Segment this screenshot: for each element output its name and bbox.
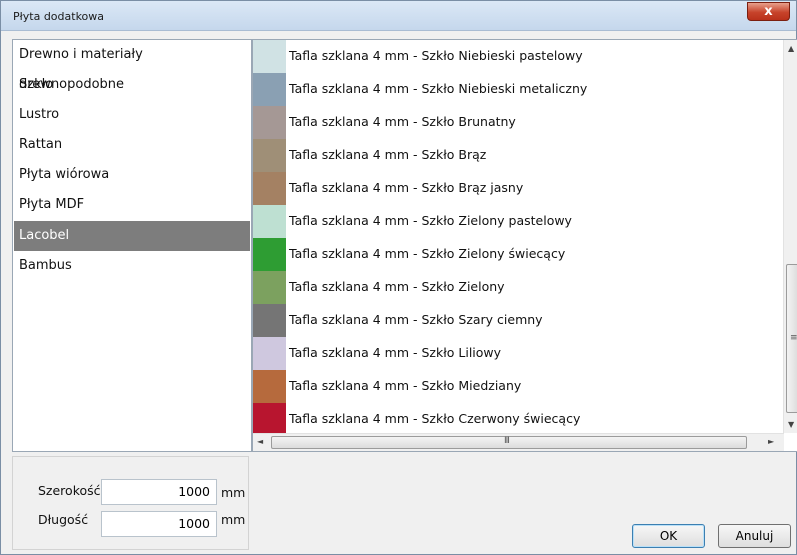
grip-icon: III	[504, 436, 510, 446]
cancel-button[interactable]: Anuluj	[718, 524, 791, 548]
length-field[interactable]: 1000	[101, 511, 217, 537]
material-label: Tafla szklana 4 mm - Szkło Czerwony świe…	[289, 411, 581, 426]
material-list: Tafla szklana 4 mm - Szkło Niebieski pas…	[252, 39, 797, 452]
category-label: Bambus	[19, 258, 72, 273]
grip-icon: ≡	[790, 333, 797, 343]
material-label: Tafla szklana 4 mm - Szkło Brąz	[289, 147, 487, 162]
width-label: Szerokość	[38, 483, 101, 498]
material-swatch	[253, 139, 286, 172]
material-label: Tafla szklana 4 mm - Szkło Liliowy	[289, 345, 502, 360]
category-label: Lustro	[19, 107, 60, 122]
category-label: Płyta wiórowa	[19, 167, 110, 182]
material-item[interactable]: Tafla szklana 4 mm - Szkło Brunatny	[253, 106, 778, 139]
material-swatch	[253, 403, 286, 436]
length-label: Długość	[38, 512, 89, 527]
category-item-wood[interactable]: Drewno i materiały drewnopodobne	[14, 40, 250, 92]
material-label: Tafla szklana 4 mm - Szkło Zielony paste…	[289, 213, 572, 228]
material-label: Tafla szklana 4 mm - Szkło Miedziany	[289, 378, 522, 393]
close-button[interactable]: x	[747, 2, 790, 21]
category-item-lacobel[interactable]: Lacobel	[14, 221, 250, 251]
material-swatch	[253, 370, 286, 403]
category-label: Lacobel	[19, 228, 70, 243]
material-swatch	[253, 106, 286, 139]
title-bar[interactable]: Płyta dodatkowa x	[1, 1, 796, 31]
material-swatch	[253, 271, 286, 304]
scroll-right-icon[interactable]: ►	[768, 437, 774, 446]
category-item-mdf[interactable]: Płyta MDF	[14, 190, 250, 220]
close-icon: x	[764, 4, 773, 19]
horizontal-scroll-thumb[interactable]: III	[271, 436, 747, 449]
material-swatch	[253, 304, 286, 337]
material-label: Tafla szklana 4 mm - Szkło Zielony świec…	[289, 246, 566, 261]
material-swatch	[253, 238, 286, 271]
material-item[interactable]: Tafla szklana 4 mm - Szkło Niebieski met…	[253, 73, 778, 106]
width-field[interactable]: 1000	[101, 479, 217, 505]
dimensions-panel: Szerokość 1000 mm Długość 1000 mm	[12, 456, 249, 550]
category-item-bamboo[interactable]: Bambus	[14, 251, 250, 281]
dialog-content: Drewno i materiały drewnopodobne Szkło L…	[9, 39, 797, 551]
window-title: Płyta dodatkowa	[13, 10, 105, 23]
material-label: Tafla szklana 4 mm - Szkło Brunatny	[289, 114, 516, 129]
material-item[interactable]: Tafla szklana 4 mm - Szkło Brąz	[253, 139, 778, 172]
material-label: Tafla szklana 4 mm - Szkło Szary ciemny	[289, 312, 543, 327]
material-swatch	[253, 73, 286, 106]
material-item[interactable]: Tafla szklana 4 mm - Szkło Miedziany	[253, 370, 778, 403]
material-label: Tafla szklana 4 mm - Szkło Niebieski pas…	[289, 48, 583, 63]
scroll-left-icon[interactable]: ◄	[257, 437, 263, 446]
material-item[interactable]: Tafla szklana 4 mm - Szkło Brąz jasny	[253, 172, 778, 205]
scroll-down-icon[interactable]: ▼	[788, 420, 794, 429]
category-label: Szkło	[19, 77, 54, 92]
material-swatch	[253, 40, 286, 73]
category-label: Rattan	[19, 137, 63, 152]
category-item-mirror[interactable]: Lustro	[14, 100, 250, 130]
material-swatch	[253, 337, 286, 370]
material-item[interactable]: Tafla szklana 4 mm - Szkło Zielony	[253, 271, 778, 304]
material-label: Tafla szklana 4 mm - Szkło Zielony	[289, 279, 505, 294]
ok-button[interactable]: OK	[632, 524, 705, 548]
material-label: Tafla szklana 4 mm - Szkło Niebieski met…	[289, 81, 588, 96]
category-label: Płyta MDF	[19, 197, 85, 212]
category-list: Drewno i materiały drewnopodobne Szkło L…	[12, 39, 252, 452]
material-item[interactable]: Tafla szklana 4 mm - Szkło Liliowy	[253, 337, 778, 370]
width-unit: mm	[221, 485, 246, 500]
material-item[interactable]: Tafla szklana 4 mm - Szkło Zielony paste…	[253, 205, 778, 238]
material-item[interactable]: Tafla szklana 4 mm - Szkło Czerwony świe…	[253, 403, 778, 436]
category-item-glass[interactable]: Szkło	[14, 70, 250, 100]
material-swatch	[253, 205, 286, 238]
material-swatch	[253, 172, 286, 205]
material-label: Tafla szklana 4 mm - Szkło Brąz jasny	[289, 180, 524, 195]
material-item[interactable]: Tafla szklana 4 mm - Szkło Niebieski pas…	[253, 40, 778, 73]
material-item[interactable]: Tafla szklana 4 mm - Szkło Szary ciemny	[253, 304, 778, 337]
vertical-scrollbar[interactable]: ▲ ≡ ▼	[783, 40, 797, 433]
category-item-rattan[interactable]: Rattan	[14, 130, 250, 160]
horizontal-scrollbar[interactable]: ◄ III ►	[253, 433, 784, 451]
scroll-up-icon[interactable]: ▲	[788, 44, 794, 53]
length-unit: mm	[221, 512, 246, 527]
material-item[interactable]: Tafla szklana 4 mm - Szkło Zielony świec…	[253, 238, 778, 271]
vertical-scroll-thumb[interactable]: ≡	[786, 264, 797, 413]
category-item-chipboard[interactable]: Płyta wiórowa	[14, 160, 250, 190]
dialog-window: Płyta dodatkowa x Drewno i materiały dre…	[0, 0, 797, 555]
